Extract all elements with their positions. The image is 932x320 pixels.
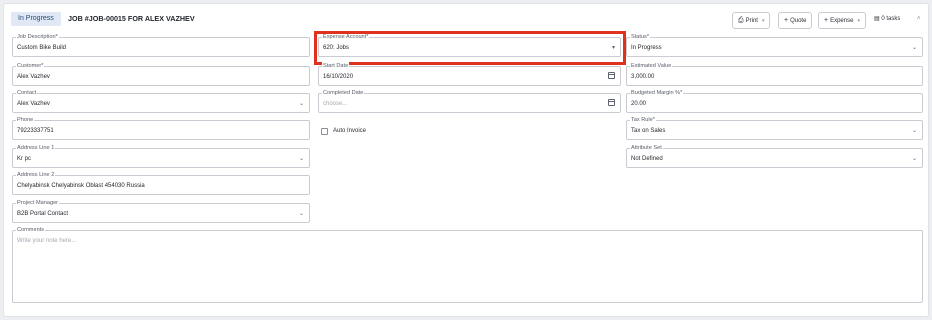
contact-value: Alex Vazhev: [17, 101, 50, 107]
job-card: In Progress JOB #JOB-00015 FOR ALEX VAZH…: [3, 3, 929, 317]
clipboard-icon: ▤: [874, 16, 880, 22]
chevron-down-icon: ⌄: [298, 156, 304, 162]
budgeted-margin-value: 20.00: [631, 101, 647, 107]
status-label: Status*: [630, 33, 651, 41]
status-select[interactable]: Status* In Progress ⌄: [626, 33, 923, 57]
project-manager-value: B2B Portal Contact: [17, 211, 69, 217]
comments-placeholder: Write your note here...: [17, 238, 77, 244]
comments-textarea[interactable]: Comments Write your note here...: [12, 226, 923, 303]
chevron-down-icon: ⌄: [911, 128, 917, 134]
phone-value: 79223337751: [17, 128, 54, 134]
job-description-label: Job Description*: [16, 33, 59, 41]
chevron-down-icon: ⌄: [298, 211, 304, 217]
chevron-down-icon: ⌄: [911, 156, 917, 162]
tax-rule-label: Tax Rule*: [630, 116, 656, 124]
chevron-down-icon: ▾: [761, 18, 765, 24]
chevron-down-icon: ▾: [857, 18, 860, 24]
chevron-down-icon: ⌄: [911, 45, 917, 51]
address-line-2-label: Address Line 2: [16, 171, 56, 179]
plus-icon: +: [824, 17, 829, 24]
project-manager-label: Project Manager: [16, 199, 60, 207]
address-line-2-value: Chelyabinsk Chelyabinsk Oblast 454030 Ru…: [17, 183, 145, 189]
expense-account-highlight: [314, 31, 626, 65]
job-header: In Progress JOB #JOB-00015 FOR ALEX VAZH…: [4, 4, 928, 33]
job-description-field[interactable]: Job Description* Custom Bike Build: [12, 33, 310, 57]
add-expense-button[interactable]: + Expense ▾: [818, 12, 866, 29]
budgeted-margin-label: Budgeted Margin %*: [630, 89, 684, 97]
address-line-2-field[interactable]: Address Line 2 Chelyabinsk Chelyabinsk O…: [12, 171, 310, 195]
printer-icon: ⎙: [738, 17, 744, 24]
job-description-value: Custom Bike Build: [17, 45, 67, 51]
chevron-up-icon[interactable]: ˄: [917, 12, 921, 27]
estimated-value-label: Estimated Value: [630, 62, 673, 70]
auto-invoice-checkbox[interactable]: [321, 128, 328, 135]
phone-field[interactable]: Phone 79223337751: [12, 116, 310, 140]
page-title: JOB #JOB-00015 FOR ALEX VAZHEV: [68, 14, 195, 23]
print-label: Print: [745, 18, 758, 24]
chevron-down-icon: ⌄: [298, 101, 304, 107]
attribute-set-label: Attribute Set: [630, 144, 663, 152]
add-quote-button[interactable]: + Quote: [778, 12, 813, 29]
phone-label: Phone: [16, 116, 35, 124]
tasks-label: 0 tasks: [881, 16, 901, 22]
start-date-value: 16/10/2020: [323, 74, 354, 80]
auto-invoice-label[interactable]: Auto Invoice: [333, 127, 366, 136]
tax-rule-value: Tax on Sales: [631, 128, 666, 134]
calendar-icon[interactable]: [608, 99, 615, 106]
attribute-set-value: Not Defined: [631, 156, 663, 162]
completed-date-field[interactable]: Completed Date choose...: [318, 89, 621, 113]
customer-label: Customer*: [16, 62, 45, 70]
completed-date-label: Completed Date: [322, 89, 365, 97]
completed-date-placeholder: choose...: [323, 101, 348, 107]
print-button[interactable]: ⎙ Print ▾: [732, 12, 771, 29]
comments-label: Comments: [16, 226, 46, 234]
status-value: In Progress: [631, 45, 662, 51]
address-line-1-select[interactable]: Address Line 1 Kr pc ⌄: [12, 144, 310, 168]
estimated-value-value: 3,000.00: [631, 74, 655, 80]
calendar-icon[interactable]: [608, 72, 615, 79]
status-badge: In Progress: [11, 12, 61, 26]
start-date-field[interactable]: Start Date 16/10/2020: [318, 62, 621, 86]
expense-label: Expense: [830, 18, 854, 24]
estimated-value-field[interactable]: Estimated Value 3,000.00: [626, 62, 923, 86]
contact-select[interactable]: Contact Alex Vazhev ⌄: [12, 89, 310, 113]
tax-rule-select[interactable]: Tax Rule* Tax on Sales ⌄: [626, 116, 923, 140]
start-date-label: Start Date: [322, 62, 350, 70]
attribute-set-select[interactable]: Attribute Set Not Defined ⌄: [626, 144, 923, 168]
plus-icon: +: [784, 17, 789, 24]
budgeted-margin-field[interactable]: Budgeted Margin %* 20.00: [626, 89, 923, 113]
quote-label: Quote: [790, 18, 807, 24]
tasks-link[interactable]: ▤ 0 tasks: [874, 12, 900, 27]
address-line-1-label: Address Line 1: [16, 144, 56, 152]
customer-field[interactable]: Customer* Alex Vazhev: [12, 62, 310, 86]
customer-value: Alex Vazhev: [17, 74, 50, 80]
project-manager-select[interactable]: Project Manager B2B Portal Contact ⌄: [12, 199, 310, 223]
contact-label: Contact: [16, 89, 38, 97]
address-line-1-value: Kr pc: [17, 156, 32, 162]
